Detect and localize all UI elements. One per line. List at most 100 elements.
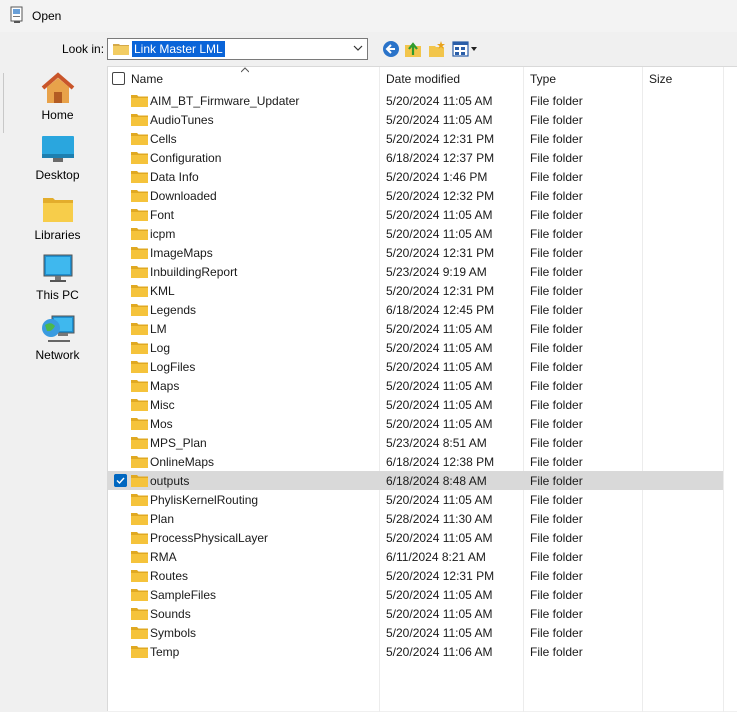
file-date: 5/20/2024 12:31 PM [386,132,495,146]
sort-ascending-icon [241,67,249,73]
folder-icon [131,133,148,145]
file-row[interactable]: RMA 6/11/2024 8:21 AM File folder [108,547,723,566]
file-name: Configuration [150,151,222,165]
file-row[interactable]: Data Info 5/20/2024 1:46 PM File folder [108,167,723,186]
file-date: 5/20/2024 12:31 PM [386,569,495,583]
file-type: File folder [530,512,583,526]
file-row[interactable]: Sounds 5/20/2024 11:05 AM File folder [108,604,723,623]
app-icon [10,6,23,23]
file-row[interactable]: Maps 5/20/2024 11:05 AM File folder [108,376,723,395]
file-name: AIM_BT_Firmware_Updater [150,94,300,108]
file-name: Downloaded [150,189,217,203]
file-date: 6/11/2024 8:21 AM [386,550,486,564]
file-row[interactable]: AudioTunes 5/20/2024 11:05 AM File folder [108,110,723,129]
file-row[interactable]: Legends 6/18/2024 12:45 PM File folder [108,300,723,319]
file-name: InbuildingReport [150,265,238,279]
file-row[interactable]: ProcessPhysicalLayer 5/20/2024 11:05 AM Fi… [108,528,723,547]
view-menu-icon[interactable] [452,40,478,58]
file-row[interactable]: Cells 5/20/2024 12:31 PM File folder [108,129,723,148]
folder-icon [131,361,148,373]
file-name: Sounds [150,607,191,621]
place-libraries[interactable]: Libraries [9,192,106,250]
file-row[interactable]: Temp 5/20/2024 11:06 AM File folder [108,642,723,661]
look-in-label: Look in: [62,42,105,56]
file-row[interactable]: AIM_BT_Firmware_Updater 5/20/2024 11:05 A… [108,91,723,110]
file-row[interactable]: KML 5/20/2024 12:31 PM File folder [108,281,723,300]
folder-icon [131,437,148,449]
file-date: 5/20/2024 11:05 AM [386,341,493,355]
file-date: 5/20/2024 11:05 AM [386,360,493,374]
file-name: Font [150,208,175,222]
chevron-down-icon[interactable] [353,43,363,53]
file-row[interactable]: Log 5/20/2024 11:05 AM File folder [108,338,723,357]
place-label: Desktop [35,168,80,182]
file-date: 5/23/2024 8:51 AM [386,436,487,450]
file-name: Maps [150,379,180,393]
select-all-checkbox[interactable] [112,72,125,85]
column-header-size[interactable]: Size [649,72,672,86]
checkbox-checked-icon[interactable] [114,474,127,487]
file-row[interactable]: OnlineMaps 6/18/2024 12:38 PM File folder [108,452,723,471]
folder-icon [131,95,148,107]
place-home[interactable]: Home [9,72,106,130]
file-row[interactable]: Downloaded 5/20/2024 12:32 PM File folder [108,186,723,205]
file-date: 5/20/2024 11:05 AM [386,379,493,393]
place-network[interactable]: Network [9,312,106,370]
place-this-pc[interactable]: This PC [9,252,106,310]
file-row[interactable]: Symbols 5/20/2024 11:05 AM File folder [108,623,723,642]
file-name: Legends [150,303,197,317]
file-row[interactable]: Mos 5/20/2024 11:05 AM File folder [108,414,723,433]
file-date: 5/20/2024 11:06 AM [386,645,493,659]
file-row[interactable]: LM 5/20/2024 11:05 AM File folder [108,319,723,338]
file-row[interactable]: SampleFiles 5/20/2024 11:05 AM File folder [108,585,723,604]
folder-icon [131,152,148,164]
file-row[interactable]: Configuration 6/18/2024 12:37 PM File fold… [108,148,723,167]
file-list[interactable]: Name Date modified Type Size AIM_BT_Firm… [107,66,737,712]
column-header-date[interactable]: Date modified [386,72,460,86]
folder-icon [131,475,148,487]
file-row[interactable]: Plan 5/28/2024 11:30 AM File folder [108,509,723,528]
file-row[interactable]: MPS_Plan 5/23/2024 8:51 AM File folder [108,433,723,452]
file-row[interactable]: outputs 6/18/2024 8:48 AM File folder [108,471,723,490]
file-date: 5/20/2024 11:05 AM [386,322,493,336]
file-date: 5/20/2024 11:05 AM [386,493,493,507]
column-divider [723,67,724,712]
file-name: Routes [150,569,189,583]
places-bar: Home Desktop Libraries This PC Network [9,66,106,711]
file-name: RMA [150,550,177,564]
file-date: 5/20/2024 1:46 PM [386,170,488,184]
network-icon [41,315,74,342]
file-row[interactable]: InbuildingReport 5/23/2024 9:19 AM File fo… [108,262,723,281]
file-row[interactable]: icpm 5/20/2024 11:05 AM File folder [108,224,723,243]
file-date: 5/20/2024 12:31 PM [386,246,495,260]
file-row[interactable]: ImageMaps 5/20/2024 12:31 PM File folder [108,243,723,262]
file-row[interactable]: Routes 5/20/2024 12:31 PM File folder [108,566,723,585]
file-type: File folder [530,151,583,165]
file-type: File folder [530,94,583,108]
column-header-type[interactable]: Type [530,72,556,86]
file-date: 6/18/2024 12:45 PM [386,303,495,317]
left-edge [3,73,8,133]
file-type: File folder [530,436,583,450]
file-name: Cells [150,132,177,146]
file-row[interactable]: PhylisKernelRouting 5/20/2024 11:05 AM Fil… [108,490,723,509]
file-type: File folder [530,588,583,602]
up-folder-icon[interactable] [404,40,422,58]
back-icon[interactable] [382,40,400,58]
file-row[interactable]: Font 5/20/2024 11:05 AM File folder [108,205,723,224]
file-date: 6/18/2024 12:38 PM [386,455,495,469]
folder-icon [131,608,148,620]
file-type: File folder [530,550,583,564]
file-date: 5/20/2024 11:05 AM [386,626,493,640]
place-desktop[interactable]: Desktop [9,132,106,190]
file-date: 5/20/2024 11:05 AM [386,398,493,412]
title-bar: Open [0,0,737,32]
folder-icon [131,456,148,468]
look-in-dropdown[interactable]: Link Master LML [107,38,368,60]
file-row[interactable]: Misc 5/20/2024 11:05 AM File folder [108,395,723,414]
column-header-name[interactable]: Name [131,72,163,86]
list-header: Name Date modified Type Size [108,67,737,91]
file-row[interactable]: LogFiles 5/20/2024 11:05 AM File folder [108,357,723,376]
file-name: icpm [150,227,176,241]
new-folder-icon[interactable] [428,40,446,58]
